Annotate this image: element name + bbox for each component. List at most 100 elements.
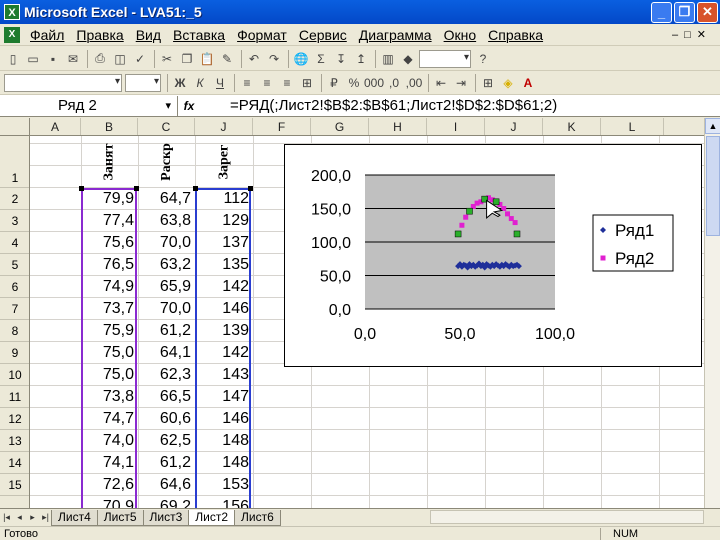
document-controls[interactable]: –□✕ — [672, 28, 712, 41]
drawing-icon[interactable]: ◆ — [399, 50, 417, 68]
table-cell[interactable]: 64,1 — [138, 342, 195, 364]
decrease-decimal-icon[interactable]: ,00 — [405, 74, 423, 92]
align-center-icon[interactable]: ≡ — [258, 74, 276, 92]
row-header[interactable]: 15 — [0, 474, 29, 496]
column-header[interactable]: B — [81, 118, 138, 135]
autosum-icon[interactable]: Σ — [312, 50, 330, 68]
zoom-combo[interactable] — [419, 49, 471, 68]
underline-icon[interactable]: Ч — [211, 74, 229, 92]
new-icon[interactable]: ▯ — [4, 50, 22, 68]
scroll-up-icon[interactable]: ▲ — [705, 118, 720, 134]
column-header[interactable]: K — [543, 118, 601, 135]
table-cell[interactable]: 70,0 — [138, 232, 195, 254]
column-header[interactable]: A — [30, 118, 81, 135]
row-header[interactable]: 5 — [0, 254, 29, 276]
row-header[interactable]: 7 — [0, 298, 29, 320]
workbook-icon[interactable]: X — [4, 26, 20, 43]
currency-icon[interactable]: ₽ — [325, 74, 343, 92]
help-icon[interactable]: ? — [474, 50, 492, 68]
save-icon[interactable]: ▪ — [44, 50, 62, 68]
column-header[interactable]: F — [253, 118, 311, 135]
vertical-scrollbar[interactable]: ▲ — [704, 118, 720, 508]
name-box[interactable]: Ряд 2 — [0, 95, 178, 116]
row-header[interactable]: 1 — [0, 136, 29, 188]
column-header[interactable]: H — [369, 118, 427, 135]
table-cell[interactable]: 63,8 — [138, 210, 195, 232]
sort-asc-icon[interactable]: ↧ — [332, 50, 350, 68]
table-cell[interactable]: 60,6 — [138, 408, 195, 430]
menu-insert[interactable]: Вставка — [167, 27, 231, 43]
sheet-tab[interactable]: Лист3 — [142, 509, 190, 526]
spelling-icon[interactable]: ✓ — [131, 50, 149, 68]
table-cell[interactable]: 64,7 — [138, 188, 195, 210]
hyperlink-icon[interactable]: 🌐 — [292, 50, 310, 68]
table-cell[interactable]: 62,3 — [138, 364, 195, 386]
formula-input[interactable]: =РЯД(;Лист2!$B$2:$B$61;Лист2!$D$2:$D$61;… — [200, 97, 557, 114]
column-header[interactable]: J — [485, 118, 543, 135]
increase-indent-icon[interactable]: ⇥ — [452, 74, 470, 92]
increase-decimal-icon[interactable]: ,0 — [385, 74, 403, 92]
menu-tools[interactable]: Сервис — [293, 27, 353, 43]
paste-icon[interactable]: 📋 — [198, 50, 216, 68]
column-header[interactable]: I — [427, 118, 485, 135]
row-header[interactable]: 12 — [0, 408, 29, 430]
align-right-icon[interactable]: ≡ — [278, 74, 296, 92]
font-combo[interactable] — [4, 73, 122, 92]
menu-view[interactable]: Вид — [130, 27, 167, 43]
column-header[interactable]: L — [601, 118, 664, 135]
close-button[interactable]: ✕ — [697, 1, 718, 23]
table-cell[interactable]: 69,2 — [138, 496, 195, 508]
header-cell-zanyat[interactable]: Занят — [81, 136, 138, 187]
sheet-tab[interactable]: Лист5 — [96, 509, 144, 526]
italic-icon[interactable]: К — [191, 74, 209, 92]
sheet-tab[interactable]: Лист4 — [51, 509, 98, 526]
menu-help[interactable]: Справка — [482, 27, 549, 43]
prev-sheet-icon[interactable]: ◂ — [13, 512, 26, 523]
table-cell[interactable]: 62,5 — [138, 430, 195, 452]
cut-icon[interactable]: ✂ — [158, 50, 176, 68]
select-all-corner[interactable] — [0, 118, 30, 135]
menu-window[interactable]: Окно — [438, 27, 483, 43]
redo-icon[interactable]: ↷ — [265, 50, 283, 68]
column-header[interactable]: C — [138, 118, 195, 135]
horizontal-scrollbar[interactable] — [430, 510, 704, 524]
table-cell[interactable]: 70,0 — [138, 298, 195, 320]
scroll-thumb[interactable] — [706, 136, 720, 236]
menu-format[interactable]: Формат — [231, 27, 293, 43]
format-painter-icon[interactable]: ✎ — [218, 50, 236, 68]
embedded-chart[interactable]: 200,0 150,0 100,0 50,0 0,0 0,0 50,0 100,0 Ряд1 Ря… — [284, 144, 702, 367]
row-header[interactable]: 2 — [0, 188, 29, 210]
table-cell[interactable]: 65,9 — [138, 276, 195, 298]
bold-icon[interactable]: Ж — [171, 74, 189, 92]
minimize-button[interactable]: _ — [651, 1, 672, 23]
sort-desc-icon[interactable]: ↥ — [352, 50, 370, 68]
header-cell-zareg[interactable]: Зарег — [195, 136, 253, 187]
table-cell[interactable]: 61,2 — [138, 452, 195, 474]
sheet-tab-active[interactable]: Лист2 — [188, 509, 235, 526]
borders-icon[interactable]: ⊞ — [479, 74, 497, 92]
menu-chart[interactable]: Диаграмма — [353, 27, 438, 43]
mail-icon[interactable]: ✉ — [64, 50, 82, 68]
menu-edit[interactable]: Правка — [70, 27, 129, 43]
row-header[interactable]: 8 — [0, 320, 29, 342]
sheet-tab[interactable]: Лист6 — [234, 509, 281, 526]
row-header[interactable]: 9 — [0, 342, 29, 364]
preview-icon[interactable]: ◫ — [111, 50, 129, 68]
row-header[interactable]: 10 — [0, 364, 29, 386]
header-cell-raskr[interactable]: Раскр — [138, 136, 195, 187]
open-icon[interactable]: ▭ — [24, 50, 42, 68]
thousands-icon[interactable]: 000 — [364, 74, 384, 92]
row-header[interactable]: 14 — [0, 452, 29, 474]
first-sheet-icon[interactable]: |◂ — [0, 512, 13, 523]
restore-button[interactable]: ❐ — [674, 1, 695, 23]
percent-icon[interactable]: % — [345, 74, 363, 92]
column-header[interactable]: J — [195, 118, 253, 135]
table-cell[interactable]: 61,2 — [138, 320, 195, 342]
menu-file[interactable]: Файл — [24, 27, 70, 43]
fill-color-icon[interactable]: ◈ — [499, 74, 517, 92]
row-header[interactable]: 3 — [0, 210, 29, 232]
worksheet-grid[interactable]: Занят Раскр Зарег 79,9 64,7 112 77,4 63,8 129… — [30, 136, 704, 508]
fx-icon[interactable]: fx — [178, 99, 200, 113]
column-header[interactable]: G — [311, 118, 369, 135]
merge-center-icon[interactable]: ⊞ — [298, 74, 316, 92]
